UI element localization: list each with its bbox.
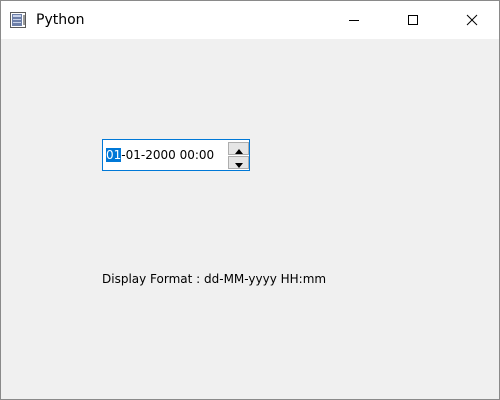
spin-box[interactable] [228, 141, 250, 170]
close-icon [466, 11, 478, 30]
datetime-remaining-text[interactable]: -01-2000 00:00 [121, 148, 214, 162]
client-area: 01-01-2000 00:00 Display Format: dd-MM-… [1, 39, 499, 399]
datetime-selected-section[interactable]: 01 [106, 148, 122, 162]
display-format-label: Display Format : dd-MM-yyyy HH:mm [102, 272, 327, 286]
arrow-down-icon [234, 153, 243, 172]
maximize-button[interactable] [390, 1, 436, 39]
python-app-icon [10, 12, 26, 28]
title-bar[interactable]: Python [1, 1, 499, 39]
maximize-icon [407, 11, 419, 30]
close-button[interactable] [449, 1, 495, 39]
datetime-edit-text[interactable]: 01-01-2000 00:00 [106, 148, 214, 163]
minimize-icon [348, 11, 360, 30]
datetime-edit[interactable]: 01-01-2000 00:00 [102, 139, 250, 171]
app-window: Python 01-01-2000 00:00 Display Format:… [0, 0, 500, 400]
minimize-button[interactable] [331, 1, 377, 39]
spin-down-button[interactable] [228, 156, 249, 169]
window-title: Python [36, 12, 85, 28]
